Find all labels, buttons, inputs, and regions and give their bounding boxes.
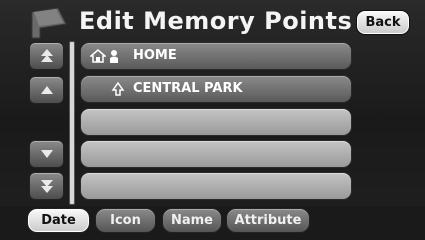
line-up-button[interactable] bbox=[29, 76, 64, 104]
list-item-empty[interactable] bbox=[80, 140, 352, 168]
item-icons bbox=[111, 81, 125, 97]
page-down-icon bbox=[40, 180, 53, 193]
scrollbar[interactable] bbox=[69, 41, 75, 205]
flag-icon bbox=[31, 7, 67, 39]
page-title: Edit Memory Points bbox=[79, 7, 353, 35]
line-up-icon bbox=[40, 86, 53, 94]
sort-name-button[interactable]: Name bbox=[162, 208, 222, 233]
tree-icon bbox=[111, 82, 125, 96]
item-icons bbox=[90, 48, 122, 64]
page-up-button[interactable] bbox=[29, 42, 64, 70]
list-item-central-park[interactable]: CENTRAL PARK bbox=[80, 75, 352, 103]
edit-memory-points-screen: Edit Memory Points Back HOME CENTRAL PAR… bbox=[0, 0, 425, 240]
house-icon bbox=[90, 49, 106, 63]
list-item-label: CENTRAL PARK bbox=[133, 81, 243, 96]
list-item-empty[interactable] bbox=[80, 172, 352, 200]
sort-attribute-button[interactable]: Attribute bbox=[226, 208, 310, 233]
line-down-icon bbox=[40, 150, 53, 158]
list-item-empty[interactable] bbox=[80, 108, 352, 136]
list-item-home[interactable]: HOME bbox=[80, 42, 352, 70]
line-down-button[interactable] bbox=[29, 140, 64, 168]
sort-icon-button[interactable]: Icon bbox=[95, 208, 156, 233]
back-button[interactable]: Back bbox=[356, 10, 410, 35]
person-icon bbox=[110, 50, 118, 63]
page-up-icon bbox=[40, 49, 53, 62]
page-down-button[interactable] bbox=[29, 172, 64, 200]
sort-date-button[interactable]: Date bbox=[27, 208, 90, 233]
list-item-label: HOME bbox=[133, 48, 177, 63]
